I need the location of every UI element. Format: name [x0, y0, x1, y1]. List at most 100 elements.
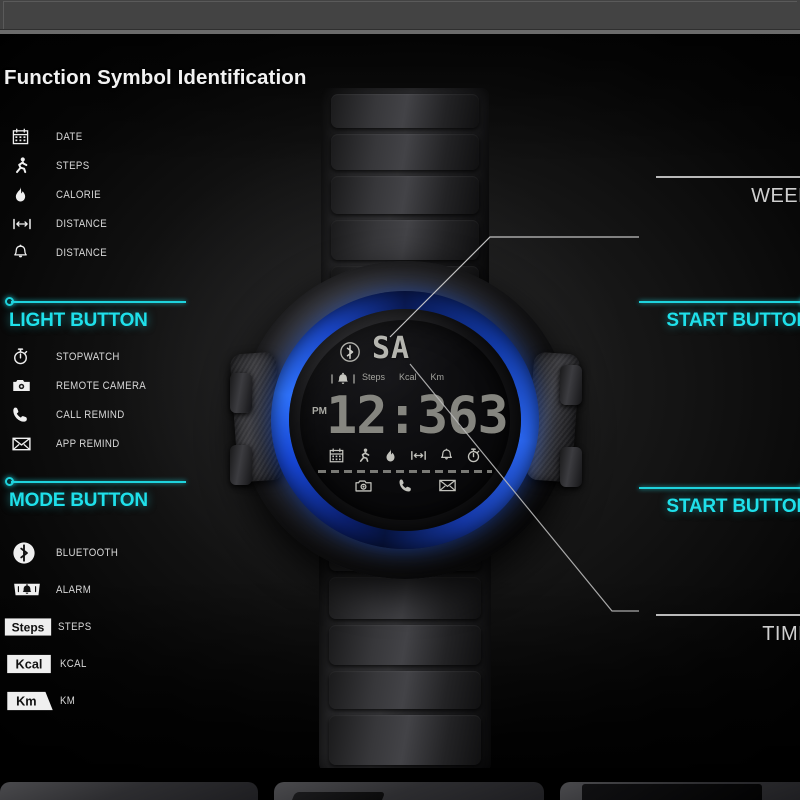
thumbnail-image[interactable] — [274, 782, 544, 800]
alarm-icon — [330, 372, 356, 386]
callout-rule — [639, 482, 800, 494]
bluetooth-icon — [340, 342, 360, 362]
lcd-icon-row-primary — [300, 448, 510, 463]
legend-label: DISTANCE — [56, 217, 108, 230]
distance-icon — [410, 448, 427, 463]
heading-light-button: LIGHT BUTTON — [0, 296, 186, 332]
list-item: DATE — [0, 122, 114, 151]
product-infographic: Function Symbol Identification SA Steps … — [0, 34, 800, 768]
list-item: Kcal KCAL — [0, 645, 127, 682]
callout-rule — [656, 171, 800, 183]
watch-dial: SA Steps Kcal Km PM 12:363 — [300, 320, 510, 520]
list-item: CALL REMIND — [0, 400, 158, 429]
thumbnail-image[interactable] — [0, 782, 258, 800]
kcal-badge-icon: Kcal — [6, 653, 54, 675]
rule-line — [656, 614, 800, 616]
watch-pusher-right-top[interactable] — [560, 365, 582, 405]
list-item: ALARM — [0, 571, 127, 608]
lcd-time: 12:3630 — [326, 386, 510, 446]
callout-rule — [639, 296, 800, 308]
legend-label: BLUETOOTH — [56, 546, 119, 559]
heading-label: LIGHT BUTTON — [9, 310, 148, 331]
watch-pusher-right-bottom[interactable] — [560, 447, 582, 487]
phone-icon — [398, 478, 413, 493]
heading-mode-button: MODE BUTTON — [0, 476, 186, 512]
steps-badge-icon: Steps — [4, 616, 52, 638]
screenshot-root: Function Symbol Identification SA Steps … — [0, 0, 800, 800]
envelope-icon — [438, 479, 456, 492]
stopwatch-icon — [12, 346, 42, 368]
callout-label: WEEK — [751, 185, 800, 207]
stopwatch-icon — [466, 448, 481, 463]
legend-label: DATE — [56, 130, 83, 143]
svg-text:Km: Km — [16, 693, 37, 708]
flame-icon — [12, 184, 42, 206]
lcd-unit-km: Km — [430, 372, 445, 382]
legend-label: STEPS — [58, 620, 92, 633]
km-badge-icon: Km — [6, 690, 54, 712]
list-item: REMOTE CAMERA — [0, 371, 158, 400]
callout-week: WEEK — [656, 171, 800, 208]
lcd-unit-steps: Steps — [362, 372, 386, 382]
rule-line — [639, 301, 800, 303]
legend-label: ALARM — [56, 583, 92, 596]
rule-line — [656, 176, 800, 178]
thumbnail-strip — [0, 768, 800, 800]
legend-label: CALORIE — [56, 188, 101, 201]
rule-line — [639, 487, 800, 489]
list-item: APP REMIND — [0, 429, 158, 458]
callout-rule — [656, 609, 800, 621]
list-item: BLUETOOTH — [0, 534, 127, 571]
lcd-icon-row-secondary — [300, 478, 510, 493]
calendar-icon — [329, 448, 344, 463]
callout-start-button-bottom: START BUTTON — [639, 482, 800, 518]
legend-label: DISTANCE — [56, 246, 108, 259]
watch-pusher-left-top[interactable] — [230, 373, 252, 413]
callout-label: START BUTTON — [666, 496, 800, 517]
watch-photo: SA Steps Kcal Km PM 12:363 — [229, 68, 582, 768]
lcd-divider — [318, 470, 492, 473]
legend-label: CALL REMIND — [56, 408, 125, 421]
bell-icon — [12, 242, 42, 264]
thumbnail-image[interactable] — [560, 782, 800, 800]
lcd-meridiem: PM — [312, 406, 327, 417]
list-item: Steps STEPS — [0, 608, 127, 645]
heading-rule — [0, 296, 186, 308]
distance-icon — [12, 213, 42, 235]
camera-icon — [12, 375, 42, 397]
watch-pusher-left-bottom[interactable] — [230, 445, 252, 485]
top-chrome-bar — [0, 0, 800, 30]
alarm-badge-icon — [12, 579, 42, 601]
top-chrome-inner — [3, 1, 797, 29]
legend-label: STEPS — [56, 159, 90, 172]
legend-label: STOPWATCH — [56, 350, 120, 363]
legend-label: KM — [60, 694, 76, 707]
calendar-icon — [12, 126, 42, 148]
list-item: DISTANCE — [0, 238, 114, 267]
camera-icon — [354, 479, 372, 493]
lcd-unit-kcal: Kcal — [399, 372, 417, 382]
list-item: STOPWATCH — [0, 342, 158, 371]
svg-text:Steps: Steps — [12, 620, 45, 634]
runner-icon — [12, 155, 42, 177]
flame-icon — [383, 448, 398, 463]
envelope-icon — [12, 433, 42, 455]
lcd-unit-labels: Steps Kcal Km — [362, 372, 444, 382]
heading-label: MODE BUTTON — [9, 490, 148, 511]
legend-group-top: DATE STEPS CALORIE DISTANCE DISTANCE — [0, 122, 114, 267]
phone-icon — [12, 404, 42, 426]
callout-label: START BUTTON — [666, 310, 800, 331]
legend-label: REMOTE CAMERA — [56, 379, 147, 392]
bluetooth-badge-icon — [12, 541, 42, 564]
legend-group-bottom: BLUETOOTH ALARM Steps STEPS Kcal KCAL Km… — [0, 534, 127, 719]
bell-icon — [439, 448, 454, 463]
list-item: STEPS — [0, 151, 114, 180]
watch-case: SA Steps Kcal Km PM 12:363 — [229, 261, 582, 579]
list-item: Km KM — [0, 682, 127, 719]
legend-label: APP REMIND — [56, 437, 120, 450]
rule-line — [11, 481, 186, 483]
callout-start-button-top: START BUTTON — [639, 296, 800, 332]
list-item: DISTANCE — [0, 209, 114, 238]
heading-rule — [0, 476, 186, 488]
runner-icon — [356, 448, 371, 463]
